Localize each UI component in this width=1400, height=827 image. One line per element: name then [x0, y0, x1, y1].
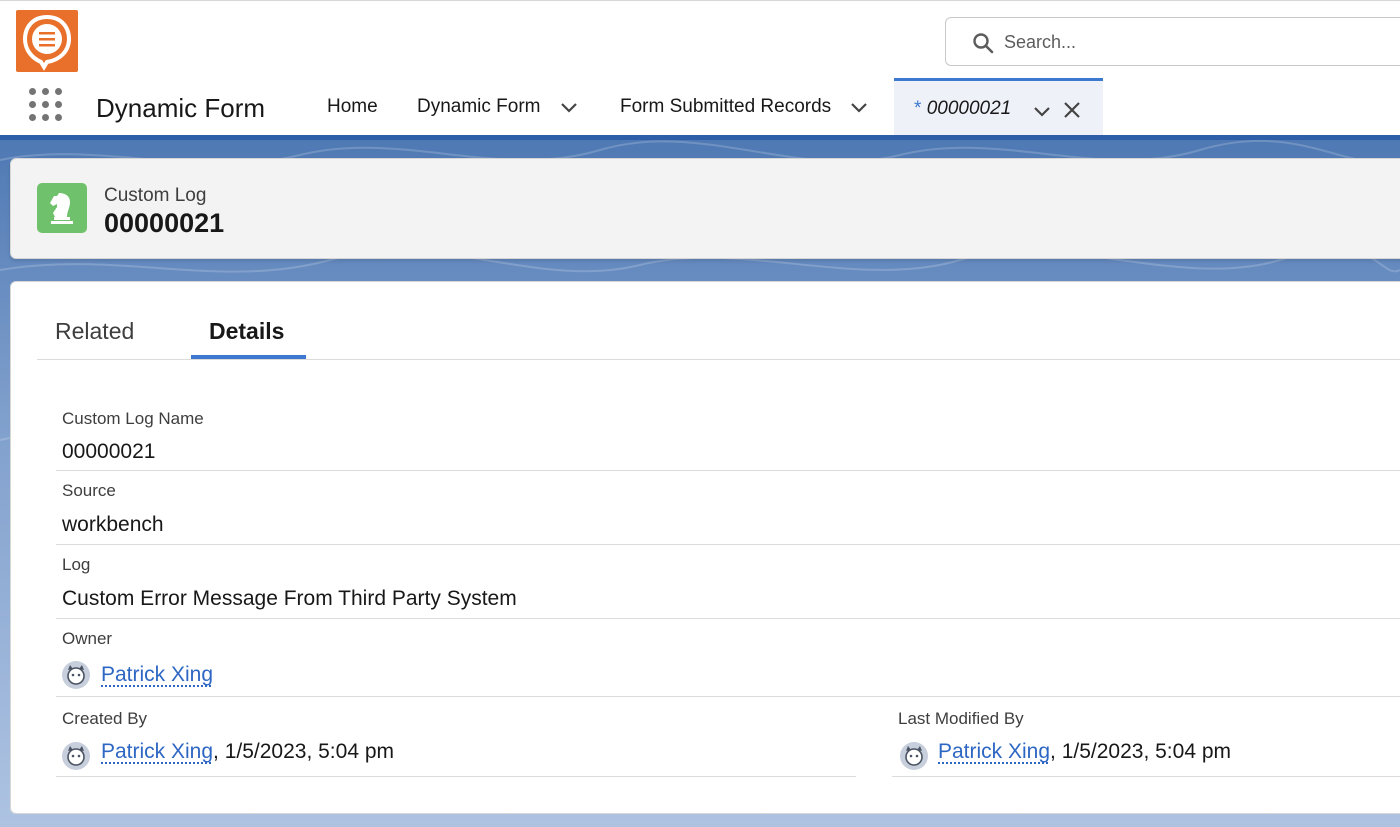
record-type-label: Custom Log — [104, 185, 207, 206]
field-value: Patrick Xing, 1/5/2023, 5:04 pm — [938, 740, 1231, 764]
nav-item-label: Dynamic Form — [417, 96, 541, 117]
nav-item-home[interactable]: Home — [327, 78, 378, 136]
field-custom-log-name: Custom Log Name 00000021 — [56, 400, 1400, 471]
field-label: Log — [62, 555, 91, 574]
chevron-down-icon[interactable] — [1032, 101, 1052, 121]
avatar — [900, 742, 928, 770]
chess-knight-icon — [37, 183, 87, 233]
active-tab-indicator — [191, 355, 306, 359]
record-title: 00000021 — [104, 208, 225, 238]
nav-item-dynamic-form[interactable]: Dynamic Form — [417, 78, 579, 136]
record-highlights-panel: Custom Log 00000021 — [10, 158, 1400, 259]
field-label: Custom Log Name — [62, 409, 204, 428]
org-logo[interactable] — [16, 10, 78, 72]
field-value: Patrick Xing, 1/5/2023, 5:04 pm — [101, 740, 394, 764]
field-source: Source workbench — [56, 471, 1400, 545]
nav-item-label: Form Submitted Records — [620, 96, 832, 117]
field-log: Log Custom Error Message From Third Part… — [56, 545, 1400, 619]
close-icon[interactable] — [1062, 100, 1082, 120]
field-created-by: Created By Patrick Xing, 1/5/2023, 5:04 … — [56, 697, 856, 777]
detail-tabs: Related Details — [37, 282, 1400, 360]
search-icon — [973, 33, 994, 54]
last-modified-date: , 1/5/2023, 5:04 pm — [1050, 740, 1232, 763]
app-launcher-icon[interactable] — [29, 88, 63, 122]
avatar — [62, 742, 90, 770]
global-search-input[interactable]: Search... — [945, 17, 1400, 66]
avatar — [62, 661, 90, 689]
field-label: Source — [62, 481, 116, 500]
tab-details[interactable]: Details — [209, 318, 284, 345]
chevron-down-icon[interactable] — [559, 97, 579, 117]
tab-related[interactable]: Related — [55, 318, 134, 345]
unsaved-indicator: * — [914, 98, 922, 119]
logo-icon — [22, 14, 72, 71]
created-by-user-link[interactable]: Patrick Xing — [101, 740, 213, 763]
nav-item-form-submitted-records[interactable]: Form Submitted Records — [620, 78, 869, 136]
record-tab-label: * 00000021 — [914, 98, 1011, 120]
record-detail-card: Related Details Custom Log Name 00000021… — [10, 281, 1400, 814]
created-by-date: , 1/5/2023, 5:04 pm — [213, 740, 395, 763]
owner-user-link[interactable]: Patrick Xing — [101, 663, 213, 687]
navigation-bar: Dynamic Form Home Dynamic Form Form Subm… — [0, 78, 1400, 136]
nav-item-label: Home — [327, 96, 378, 117]
search-placeholder: Search... — [1004, 32, 1077, 52]
field-owner: Owner Patrick Xing — [56, 619, 1400, 697]
field-label: Last Modified By — [898, 709, 1024, 728]
field-value: 00000021 — [62, 440, 156, 463]
field-value: Custom Error Message From Third Party Sy… — [62, 587, 517, 610]
top-header: Search... — [0, 0, 1400, 78]
record-tab-title: 00000021 — [926, 98, 1012, 119]
field-value: workbench — [62, 513, 164, 536]
app-name: Dynamic Form — [96, 93, 266, 123]
nav-tab-record[interactable]: * 00000021 — [894, 78, 1103, 136]
field-label: Created By — [62, 709, 148, 728]
field-label: Owner — [62, 629, 113, 648]
field-last-modified-by: Last Modified By Patrick Xing, 1/5/2023,… — [892, 697, 1400, 777]
last-modified-by-user-link[interactable]: Patrick Xing — [938, 740, 1050, 763]
chevron-down-icon[interactable] — [849, 97, 869, 117]
